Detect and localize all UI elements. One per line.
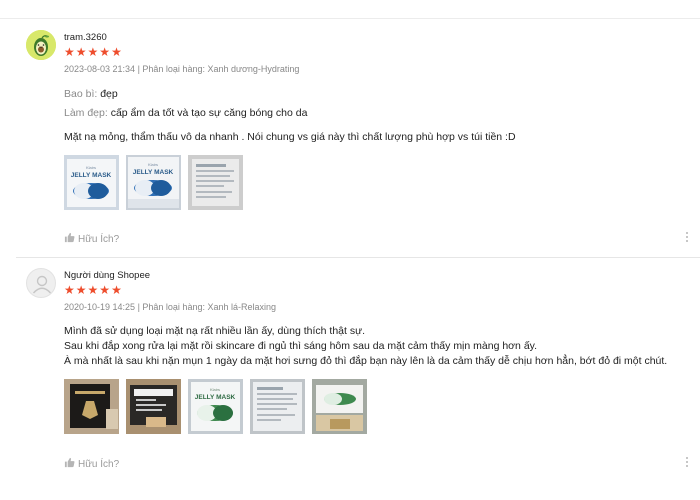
review-image-blue-jelly-mask-package[interactable]: Klairs JELLY MASK (64, 155, 119, 210)
review-image-product-box-label[interactable] (126, 379, 181, 434)
attribute-key: Bao bì: (64, 88, 101, 100)
reviewer-name[interactable]: Người dùng Shopee (64, 270, 150, 281)
review-variation: Phân loại hàng: Xanh dương-Hydrating (142, 64, 300, 74)
reviewer-name[interactable]: tram.3260 (64, 32, 107, 43)
review-variation: Phân loại hàng: Xanh lá-Relaxing (142, 302, 276, 312)
star-icon: ★ (87, 283, 99, 297)
review-item: tram.3260 ★ ★ ★ ★ ★ 2023-08-03 21:34 | P… (0, 18, 700, 257)
review-image-jelly-mask-package-back[interactable] (188, 155, 243, 210)
star-icon: ★ (87, 45, 99, 59)
attribute-value: cấp ẩm da tốt và tạo sự căng bóng cho da (110, 107, 308, 119)
review-image-green-capsule-box[interactable] (312, 379, 367, 434)
review-image-black-product-box[interactable] (64, 379, 119, 434)
review-meta: 2023-08-03 21:34 | Phân loại hàng: Xanh … (64, 64, 299, 74)
more-options-icon[interactable] (686, 232, 688, 242)
attribute-beauty: Làm đẹp: cấp ẩm da tốt và tạo sự căng bó… (64, 107, 307, 119)
review-text-line: À mà nhất là sau khi nặn mụn 1 ngày da m… (64, 355, 668, 367)
rating-stars: ★ ★ ★ ★ ★ (64, 284, 122, 296)
star-icon: ★ (75, 45, 87, 59)
attribute-packaging: Bao bì: đẹp (64, 88, 118, 100)
svg-text:JELLY MASK: JELLY MASK (71, 172, 112, 179)
review-date: 2020-10-19 14:25 (64, 302, 136, 312)
svg-text:Klairs: Klairs (148, 162, 158, 167)
review-text: Mình đã sử dụng loại mặt nạ rất nhiều lầ… (64, 324, 667, 369)
rating-stars: ★ ★ ★ ★ ★ (64, 46, 122, 58)
star-icon: ★ (111, 283, 122, 297)
more-options-icon[interactable] (686, 457, 688, 467)
review-image-jelly-mask-package-back[interactable] (250, 379, 305, 434)
review-meta: 2020-10-19 14:25 | Phân loại hàng: Xanh … (64, 302, 276, 312)
review-images: Klairs JELLY MASK (64, 379, 367, 434)
helpful-button[interactable]: Hữu Ích? (64, 457, 119, 471)
svg-text:JELLY MASK: JELLY MASK (195, 394, 236, 401)
review-date: 2023-08-03 21:34 (64, 64, 136, 74)
review-images: Klairs JELLY MASK Klairs JELLY MASK (64, 155, 243, 210)
avocado-avatar[interactable] (26, 30, 56, 60)
helpful-label: Hữu Ích? (78, 458, 120, 470)
review-image-blue-jelly-mask-package[interactable]: Klairs JELLY MASK (126, 155, 181, 210)
review-image-green-jelly-mask-package[interactable]: Klairs JELLY MASK (188, 379, 243, 434)
review-text: Mặt nạ mỏng, thẩm thấu vô da nhanh . Nói… (64, 130, 516, 145)
svg-text:Klairs: Klairs (86, 165, 96, 170)
review-text-line: Mặt nạ mỏng, thẩm thấu vô da nhanh . Nói… (64, 131, 516, 143)
svg-text:JELLY MASK: JELLY MASK (133, 169, 174, 176)
review-text-line: Mình đã sử dụng loại mặt nạ rất nhiều lầ… (64, 325, 366, 337)
thumbs-up-icon (64, 232, 75, 246)
default-user-icon[interactable] (26, 268, 56, 298)
attribute-key: Làm đẹp: (64, 107, 111, 119)
helpful-button[interactable]: Hữu Ích? (64, 232, 119, 246)
review-item: Người dùng Shopee ★ ★ ★ ★ ★ 2020-10-19 1… (0, 258, 700, 500)
star-icon: ★ (99, 45, 111, 59)
star-icon: ★ (99, 283, 111, 297)
star-icon: ★ (75, 283, 87, 297)
helpful-label: Hữu Ích? (78, 233, 120, 245)
star-icon: ★ (64, 45, 75, 59)
thumbs-up-icon (64, 457, 75, 471)
star-icon: ★ (111, 45, 122, 59)
attribute-value: đẹp (100, 88, 118, 100)
star-icon: ★ (64, 283, 75, 297)
svg-text:Klairs: Klairs (210, 387, 220, 392)
review-text-line: Sau khi đắp xong rửa lại mặt rồi skincar… (64, 340, 538, 352)
